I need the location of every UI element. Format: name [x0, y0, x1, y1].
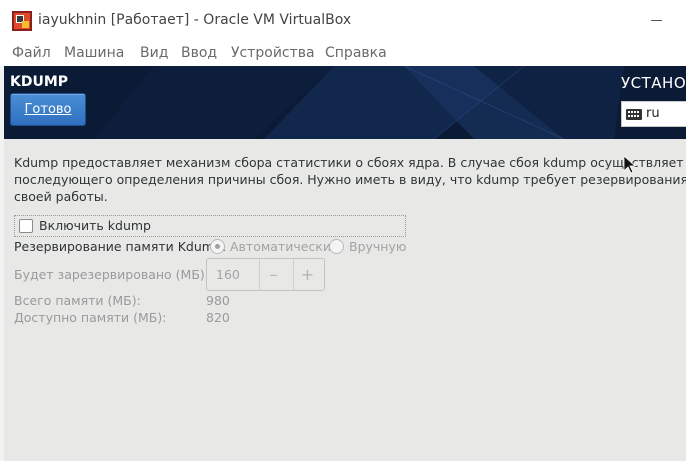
anaconda-header: KDUMP Готово УСТАНОВ ru: [4, 66, 686, 139]
memory-reservation-label: Резервирование памяти Kdump:: [14, 239, 227, 254]
keyboard-layout-label: ru: [646, 106, 660, 121]
keyboard-layout-indicator[interactable]: ru: [621, 101, 686, 127]
done-button[interactable]: Готово: [10, 93, 86, 126]
minimize-button[interactable]: [646, 10, 668, 32]
radio-automatic[interactable]: [210, 239, 225, 254]
header-background: [4, 66, 686, 139]
mouse-cursor-icon: [624, 156, 636, 174]
checkbox-box[interactable]: [19, 219, 33, 233]
menu-item-help[interactable]: Справка: [325, 45, 387, 61]
title-bar: iayukhnin [Работает] - Oracle VM Virtual…: [0, 0, 686, 42]
virtualbox-window: iayukhnin [Работает] - Oracle VM Virtual…: [0, 0, 686, 461]
increment-button[interactable]: +: [293, 259, 321, 290]
menu-item-view[interactable]: Вид: [140, 45, 168, 61]
available-memory-label: Доступно памяти (МБ):: [14, 310, 167, 325]
menu-item-machine[interactable]: Машина: [64, 45, 124, 61]
section-title: KDUMP: [10, 74, 69, 90]
enable-kdump-label: Включить kdump: [39, 218, 151, 233]
radio-manual-label: Вручную: [349, 239, 407, 254]
window-title: iayukhnin [Работает] - Oracle VM Virtual…: [38, 12, 352, 28]
menu-item-input[interactable]: Ввод: [181, 45, 217, 61]
reserved-memory-spinbutton[interactable]: 160 – +: [206, 258, 325, 291]
decrement-button[interactable]: –: [259, 259, 287, 290]
keyboard-icon: [626, 109, 642, 120]
total-memory-label: Всего памяти (МБ):: [14, 293, 141, 308]
reserved-memory-label: Будет зарезервировано (МБ):: [14, 267, 209, 282]
description-line: последующего определения причины сбоя. Н…: [14, 172, 686, 187]
guest-display[interactable]: KDUMP Готово УСТАНОВ ru Kdump предоставл…: [4, 66, 686, 461]
radio-manual[interactable]: [329, 239, 344, 254]
menu-bar: Файл Машина Вид Ввод Устройства Справка: [0, 42, 686, 66]
virtualbox-app-icon: [12, 11, 32, 31]
total-memory-value: 980: [206, 293, 230, 308]
reserved-memory-value[interactable]: 160: [216, 267, 240, 282]
kdump-description: Kdump предоставляет механизм сбора стати…: [14, 154, 686, 205]
menu-item-devices[interactable]: Устройства: [231, 45, 315, 61]
menu-item-file[interactable]: Файл: [12, 45, 51, 61]
radio-automatic-label: Автоматически: [230, 239, 331, 254]
description-line: своей работы.: [14, 189, 108, 204]
enable-kdump-checkbox[interactable]: Включить kdump: [14, 215, 406, 237]
installation-title: УСТАНОВ: [621, 74, 686, 92]
available-memory-value: 820: [206, 310, 230, 325]
description-line: Kdump предоставляет механизм сбора стати…: [14, 155, 686, 170]
